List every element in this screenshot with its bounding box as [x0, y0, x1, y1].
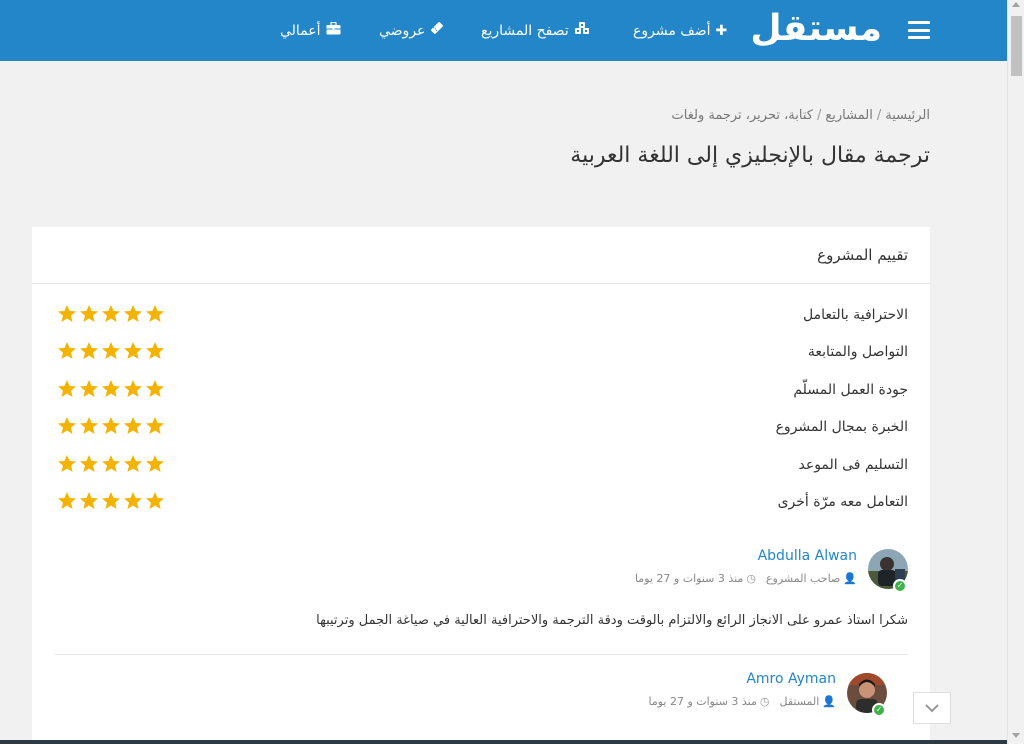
nav-browse-projects[interactable]: تصفح المشاريع	[481, 20, 590, 42]
nav-my-bids-label: عروضي	[379, 23, 426, 39]
star-rating	[57, 414, 165, 440]
star-icon	[80, 305, 98, 322]
star-icon	[102, 380, 120, 397]
scroll-down-arrow-icon[interactable]	[1012, 733, 1020, 738]
star-icon	[102, 305, 120, 322]
rating-criterion-label: الخبرة بمجال المشروع	[775, 419, 908, 435]
rating-criterion-row: التواصل والمتابعة	[32, 339, 930, 365]
scroll-toggle-button[interactable]	[913, 692, 951, 724]
clock-icon: ◷	[759, 695, 770, 708]
site-logo[interactable]: مستقل	[750, 6, 882, 52]
comment-divider	[54, 654, 908, 655]
star-icon	[80, 380, 98, 397]
star-icon	[146, 417, 164, 434]
clock-icon: ◷	[746, 572, 756, 585]
rating-criterion-label: التعامل معه مرّة أخرى	[777, 494, 908, 510]
star-icon	[58, 342, 76, 359]
nav-my-works-label: أعمالي	[280, 23, 321, 39]
breadcrumb-separator: /	[816, 108, 822, 123]
star-icon	[124, 455, 142, 472]
verified-badge-icon: ✓	[872, 703, 886, 717]
star-icon	[146, 380, 164, 397]
breadcrumb-projects[interactable]: المشاريع	[825, 108, 872, 123]
nav-browse-projects-label: تصفح المشاريع	[481, 23, 569, 39]
rating-criterion-row: جودة العمل المسلّم	[32, 377, 930, 403]
star-icon	[146, 455, 164, 472]
star-rating	[57, 452, 165, 478]
star-icon	[124, 417, 142, 434]
nav-my-bids[interactable]: عروضي	[379, 20, 444, 42]
star-rating	[57, 339, 165, 365]
plus-icon: ✚	[715, 23, 728, 39]
star-icon	[102, 492, 120, 509]
star-icon	[58, 492, 76, 509]
reply-comment: ✓ Amro Ayman 👤المستقل ◷منذ 3 سنوات و 27 …	[54, 671, 908, 744]
reviewer-role: صاحب المشروع	[765, 572, 841, 585]
verified-badge-icon: ✓	[893, 579, 907, 593]
scrollbar-thumb[interactable]	[1011, 16, 1022, 76]
rating-card-title: تقييم المشروع	[32, 227, 930, 284]
star-rating	[57, 489, 165, 515]
breadcrumb: الرئيسية/المشاريع/كتابة، تحرير، ترجمة ول…	[672, 108, 930, 123]
star-icon	[124, 380, 142, 397]
star-icon	[80, 417, 98, 434]
briefcase-icon	[326, 20, 341, 42]
rating-criterion-row: الاحترافية بالتعامل	[32, 302, 930, 328]
review-text: شكرا استاذ عمرو على الانجاز الرائع والال…	[316, 613, 908, 628]
breadcrumb-home[interactable]: الرئيسية	[885, 108, 930, 123]
review-time: منذ 3 سنوات و 27 يوما	[648, 695, 757, 708]
bottom-strip	[0, 740, 1007, 744]
page-scrollbar[interactable]	[1007, 0, 1024, 744]
star-icon	[146, 305, 164, 322]
reviewer-meta: 👤صاحب المشروع ◷منذ 3 سنوات و 27 يوما	[635, 572, 857, 585]
breadcrumb-category[interactable]: كتابة، تحرير، ترجمة ولغات	[672, 108, 813, 123]
review-time: منذ 3 سنوات و 27 يوما	[634, 572, 744, 585]
star-icon	[58, 455, 76, 472]
star-icon	[146, 342, 164, 359]
star-icon	[80, 342, 98, 359]
reviewer-name[interactable]: Abdulla Alwan	[758, 548, 857, 564]
scroll-up-arrow-icon[interactable]	[1012, 2, 1020, 7]
reviewer-role: المستقل	[779, 695, 820, 708]
star-rating	[57, 302, 165, 328]
rating-criterion-row: التعامل معه مرّة أخرى	[32, 489, 930, 515]
star-icon	[146, 492, 164, 509]
review-comment: ✓ Abdulla Alwan 👤صاحب المشروع ◷منذ 3 سنو…	[54, 548, 908, 639]
rating-criterion-row: الخبرة بمجال المشروع	[32, 414, 930, 440]
rating-criterion-row: التسليم فى الموعد	[32, 452, 930, 478]
menu-hamburger-icon[interactable]	[908, 21, 930, 39]
user-icon: 👤	[822, 695, 836, 708]
star-icon	[58, 417, 76, 434]
top-navbar: مستقل ✚ أضف مشروع تصفح المشاريع عروضي أع…	[0, 0, 1007, 61]
ticket-icon	[430, 20, 444, 42]
user-icon: 👤	[843, 572, 857, 585]
star-icon	[124, 342, 142, 359]
nav-add-project-label: أضف مشروع	[633, 23, 711, 39]
star-icon	[80, 455, 98, 472]
star-icon	[80, 492, 98, 509]
cubes-icon	[574, 20, 590, 42]
rating-criterion-label: جودة العمل المسلّم	[793, 382, 908, 398]
star-rating	[57, 377, 165, 403]
chevron-down-icon	[925, 703, 939, 712]
nav-my-works[interactable]: أعمالي	[280, 20, 341, 42]
star-icon	[102, 455, 120, 472]
star-icon	[102, 342, 120, 359]
rating-criterion-label: الاحترافية بالتعامل	[802, 307, 908, 323]
reviewer-name[interactable]: Amro Ayman	[746, 671, 836, 687]
star-icon	[124, 492, 142, 509]
star-icon	[102, 417, 120, 434]
rating-criterion-label: التسليم فى الموعد	[798, 457, 909, 473]
star-icon	[58, 305, 76, 322]
project-rating-card: تقييم المشروع الاحترافية بالتعامل التواصل…	[32, 227, 930, 744]
reviewer-meta: 👤المستقل ◷منذ 3 سنوات و 27 يوما	[648, 695, 836, 708]
star-icon	[124, 305, 142, 322]
rating-criterion-label: التواصل والمتابعة	[807, 344, 908, 360]
nav-add-project[interactable]: ✚ أضف مشروع	[633, 20, 727, 42]
star-icon	[58, 380, 76, 397]
breadcrumb-separator: /	[876, 108, 882, 123]
page-title: ترجمة مقال بالإنجليزي إلى اللغة العربية	[570, 143, 930, 168]
